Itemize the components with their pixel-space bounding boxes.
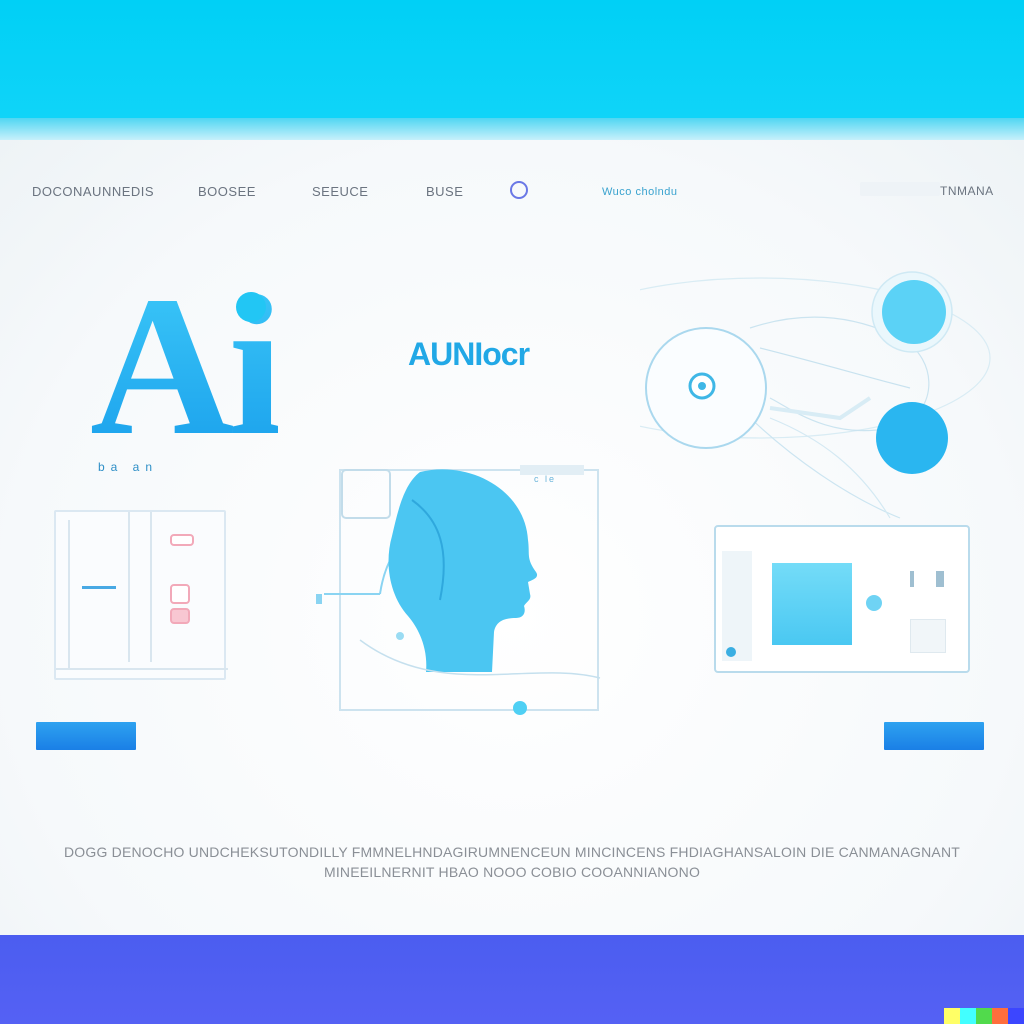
body-copy-line-2: MINEEILNERNIT HBAO NOOO COBIO COOANNIANO… <box>323 864 701 880</box>
primary-cta-button[interactable] <box>36 722 136 750</box>
network-diagram <box>640 271 991 519</box>
color-swatch <box>992 1008 1008 1024</box>
panel-badge <box>170 534 194 546</box>
body-copy-line-1: DOGG DENOCHO UNDCHEKSUTONDILLY FMMNELHND… <box>63 844 961 860</box>
ai-head-illustration <box>316 465 601 715</box>
card-bar <box>910 571 914 587</box>
color-swatch <box>976 1008 992 1024</box>
bottom-banner <box>0 935 1024 1024</box>
card-bar <box>936 571 944 587</box>
network-wire <box>759 347 911 389</box>
card-dot <box>866 595 882 611</box>
panel-badge <box>170 584 190 604</box>
nav-circle-icon[interactable] <box>510 181 528 199</box>
network-center-core <box>698 382 706 390</box>
top-banner-stripe <box>0 118 1024 140</box>
nav-link[interactable]: Wuco cholndu <box>602 186 678 198</box>
head-silhouette <box>388 469 538 672</box>
body-copy: DOGG DENOCHO UNDCHEKSUTONDILLY FMMNELHND… <box>60 842 964 882</box>
nav-item-3[interactable]: SEEUCE <box>312 184 368 199</box>
nav-item-4[interactable]: BUSE <box>426 184 463 199</box>
network-node-bottom <box>876 402 948 474</box>
panel-base-line <box>56 668 228 670</box>
panel-divider <box>68 520 70 670</box>
card-thumbnail <box>772 563 852 645</box>
card-block <box>910 619 946 653</box>
panel-divider <box>128 512 130 662</box>
head-frame-corner <box>341 469 391 519</box>
panel-accent-line <box>82 586 116 589</box>
panel-divider <box>150 512 152 662</box>
color-strip <box>944 1008 1024 1024</box>
head-card-label: c le <box>534 474 557 484</box>
card-side-block <box>722 551 752 661</box>
ai-logo-dot <box>236 292 266 322</box>
connector-tip <box>316 594 322 604</box>
network-node-top <box>882 280 946 344</box>
nav-right-item[interactable]: TNMANA <box>940 184 994 198</box>
network-wire <box>739 407 901 519</box>
head-node <box>513 701 527 715</box>
ai-logo-caption: ba an <box>98 460 159 474</box>
head-node <box>396 632 404 640</box>
network-ghost-shape <box>769 396 872 421</box>
right-media-card <box>714 525 970 673</box>
nav-item-1[interactable]: DOCONAUNNEDIS <box>32 184 154 199</box>
color-swatch <box>1008 1008 1024 1024</box>
color-swatch <box>944 1008 960 1024</box>
panel-badge <box>170 608 190 624</box>
brand-heading: AUNIocr <box>408 336 530 372</box>
top-banner <box>0 0 1024 120</box>
nav-item-2[interactable]: BOOSEE <box>198 184 256 199</box>
color-swatch <box>960 1008 976 1024</box>
left-panel-card <box>54 510 228 680</box>
network-wire <box>769 417 891 519</box>
nav-search-field[interactable] <box>860 182 940 196</box>
secondary-cta-button[interactable] <box>884 722 984 750</box>
card-dot-small <box>726 647 736 657</box>
